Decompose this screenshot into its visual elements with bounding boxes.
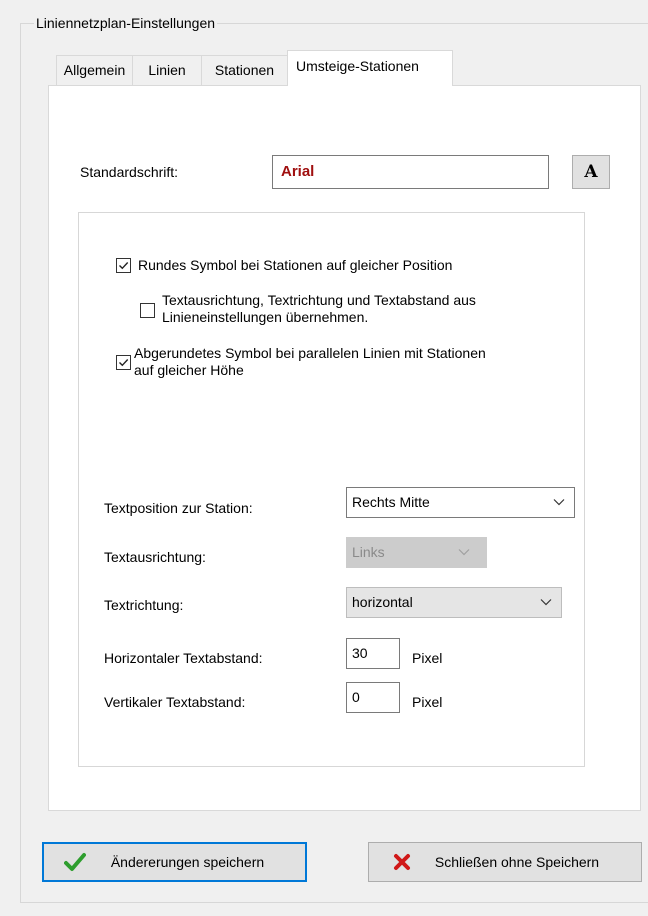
tab-allgemein[interactable]: Allgemein — [56, 55, 133, 85]
save-changes-button[interactable]: Ändererungen speichern — [42, 842, 307, 882]
text-alignment-label: Textausrichtung: — [104, 549, 206, 565]
text-alignment-select: Links — [346, 537, 487, 568]
chevron-down-icon — [553, 499, 565, 506]
rounded-parallel-label-line2: auf gleicher Höhe — [134, 362, 244, 378]
close-without-saving-label: Schließen ohne Speichern — [434, 854, 600, 870]
rounded-parallel-checkbox[interactable] — [116, 355, 131, 370]
checkmark-icon — [119, 359, 129, 367]
font-picker-button[interactable]: A — [572, 155, 610, 189]
checkmark-icon — [119, 262, 129, 270]
rounded-parallel-label-line1: Abgerundetes Symbol bei parallelen Linie… — [134, 345, 486, 361]
standard-font-field[interactable]: Arial — [272, 155, 549, 189]
inherit-text-settings-checkbox[interactable] — [140, 303, 155, 318]
tab-stationen[interactable]: Stationen — [201, 55, 288, 85]
red-x-icon — [394, 854, 410, 870]
tab-umsteige-stationen[interactable]: Umsteige-Stationen — [287, 50, 453, 86]
text-direction-value: horizontal — [352, 594, 413, 610]
h-spacing-label: Horizontaler Textabstand: — [104, 650, 263, 666]
chevron-down-icon — [540, 599, 552, 606]
font-a-icon: A — [584, 162, 598, 182]
inherit-text-label-line2: Linieneinstellungen übernehmen. — [162, 309, 369, 325]
checkmark-icon — [64, 853, 86, 871]
round-symbol-checkbox[interactable] — [116, 258, 131, 273]
round-symbol-label: Rundes Symbol bei Stationen auf gleicher… — [138, 257, 453, 273]
text-position-select[interactable]: Rechts Mitte — [346, 487, 575, 518]
h-spacing-unit: Pixel — [412, 650, 443, 666]
text-position-label: Textposition zur Station: — [104, 500, 253, 516]
v-spacing-input[interactable]: 0 — [346, 682, 400, 713]
groupbox-title: Liniennetzplan-Einstellungen — [34, 14, 218, 32]
text-alignment-value: Links — [352, 544, 385, 560]
chevron-down-icon — [458, 549, 470, 556]
standard-font-label: Standardschrift: — [80, 164, 179, 180]
text-direction-select[interactable]: horizontal — [346, 587, 562, 618]
inherit-text-label-line1: Textausrichtung, Textrichtung und Textab… — [162, 292, 476, 308]
save-changes-label: Ändererungen speichern — [110, 854, 265, 870]
tab-linien[interactable]: Linien — [132, 55, 202, 85]
v-spacing-label: Vertikaler Textabstand: — [104, 694, 246, 710]
v-spacing-unit: Pixel — [412, 694, 443, 710]
h-spacing-input[interactable]: 30 — [346, 638, 400, 669]
close-without-saving-button[interactable]: Schließen ohne Speichern — [368, 842, 642, 882]
text-direction-label: Textrichtung: — [104, 597, 184, 613]
text-position-value: Rechts Mitte — [352, 494, 430, 510]
